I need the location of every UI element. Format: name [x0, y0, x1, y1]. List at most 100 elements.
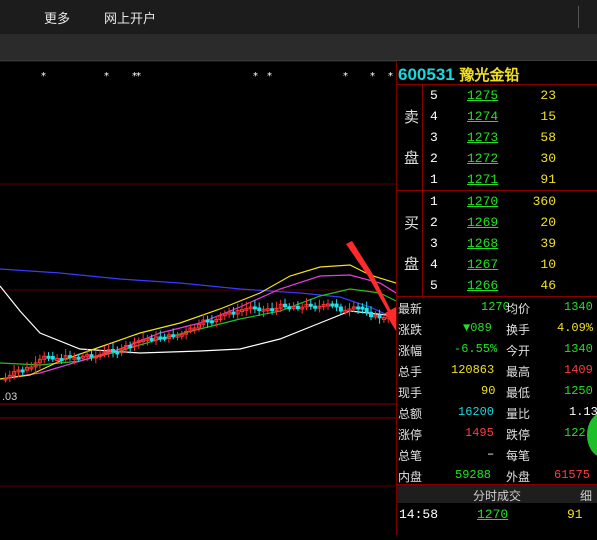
candle-body — [270, 308, 275, 312]
svg-text:*: * — [343, 71, 348, 82]
candle-body — [68, 355, 72, 359]
candle-body — [231, 311, 236, 315]
ticks-title: 分时成交 — [473, 489, 522, 503]
candle-body — [257, 307, 262, 312]
toolbar-strip — [0, 35, 597, 61]
menu-bar: 更多 网上开户 — [0, 0, 597, 35]
tick-row: 14:58 1270 91 — [399, 507, 583, 522]
svg-text:*: * — [41, 71, 46, 82]
svg-text:*: * — [370, 71, 375, 82]
sell-row-2[interactable]: 4 1274 15 — [397, 106, 597, 127]
level: 3 — [430, 130, 438, 145]
pct-change: -6.55% — [454, 342, 498, 356]
candle-body — [205, 319, 210, 323]
level: 4 — [430, 257, 438, 272]
svg-text:*: * — [267, 71, 272, 82]
price: 1271 — [467, 172, 499, 187]
candle-body — [209, 320, 214, 324]
menu-more[interactable]: 更多 — [44, 8, 70, 27]
menu-open-account[interactable]: 网上开户 — [104, 8, 156, 27]
volume: 46 — [540, 278, 556, 293]
ma-yellow-line — [0, 264, 397, 380]
price: 1268 — [467, 236, 499, 251]
price-change: ▼089 — [463, 321, 492, 335]
moving-average-lines — [0, 264, 397, 380]
arrow-head — [385, 307, 396, 331]
candle-body — [171, 334, 176, 338]
volume: 15 — [540, 109, 556, 124]
level: 2 — [430, 215, 438, 230]
level: 5 — [430, 278, 438, 293]
level: 1 — [430, 194, 438, 209]
candle-body — [252, 306, 257, 310]
ma-long-line — [0, 268, 397, 320]
volume: 23 — [540, 88, 556, 103]
candle-body — [334, 303, 339, 308]
level: 4 — [430, 109, 438, 124]
candle-body — [50, 356, 55, 360]
candle-body — [287, 306, 292, 310]
stock-code: 600531 — [398, 65, 455, 84]
price: 1267 — [467, 257, 499, 272]
sell-row-1[interactable]: 5 1275 23 — [397, 85, 597, 106]
price: 1274 — [467, 109, 499, 124]
volume: 91 — [540, 172, 556, 187]
candle-body — [308, 303, 313, 307]
buy-row-5[interactable]: 5 1266 46 — [397, 275, 597, 296]
volume: 20 — [540, 215, 556, 230]
candle-body — [115, 351, 120, 355]
price: 1275 — [467, 88, 499, 103]
kline-svg: * * * * * * * * * — [0, 60, 398, 487]
buy-row-2[interactable]: 2 1269 20 — [397, 212, 597, 233]
price: 1266 — [467, 278, 499, 293]
ma-white-line — [0, 285, 397, 354]
event-markers: * * * * * * * * * — [41, 71, 393, 82]
candle-body — [377, 314, 382, 319]
volume: 58 — [540, 130, 556, 145]
stock-name: 豫光金铅 — [459, 67, 520, 84]
quote-panel: 600531 豫光金铅 卖 盘 5 1275 23 4 1274 15 3 1273 58 2 12… — [396, 61, 597, 535]
buy-book: 买 盘 1 1270 360 2 1269 20 3 1268 39 4 1267 10 5 1266 46 — [397, 190, 597, 296]
candle-body — [283, 303, 287, 308]
ticks-detail-tab[interactable]: 细 — [580, 487, 592, 504]
candle-body — [364, 307, 369, 313]
price: 1273 — [467, 130, 499, 145]
candle-body — [59, 357, 64, 361]
price: 1272 — [467, 151, 499, 166]
candle-body — [158, 336, 163, 340]
volume: 360 — [532, 194, 556, 209]
svg-text:*: * — [136, 71, 141, 82]
level: 1 — [430, 172, 438, 187]
menu-divider — [578, 6, 579, 28]
kline-chart[interactable]: * * * * * * * * * .03 — [0, 60, 398, 535]
level: 5 — [430, 88, 438, 103]
svg-text:*: * — [104, 71, 109, 82]
volume: 30 — [540, 151, 556, 166]
ticks-header: 分时成交 细 — [397, 485, 597, 503]
buy-row-3[interactable]: 3 1268 39 — [397, 233, 597, 254]
level: 3 — [430, 236, 438, 251]
candle-body — [369, 311, 373, 318]
candle-body — [295, 305, 300, 310]
svg-text:*: * — [388, 71, 393, 82]
buy-row-4[interactable]: 4 1267 10 — [397, 254, 597, 275]
date-label: .03 — [2, 391, 18, 403]
candle-body — [162, 336, 167, 340]
buy-row-1[interactable]: 1 1270 360 — [397, 191, 597, 212]
level: 2 — [430, 151, 438, 166]
quote-stats: 最新 1270 均价 1340 涨跌 ▼089 换手 4.09% 涨幅 -6.55% 今开 134… — [398, 300, 597, 484]
volume: 10 — [540, 257, 556, 272]
price: 1270 — [467, 194, 499, 209]
sell-row-5[interactable]: 1 1271 91 — [397, 169, 597, 190]
candle-body — [149, 337, 154, 341]
sell-row-3[interactable]: 3 1273 58 — [397, 127, 597, 148]
candle-body — [111, 349, 115, 353]
stock-header: 600531 豫光金铅 — [398, 64, 519, 85]
candle-body — [46, 355, 51, 359]
candle-body — [128, 345, 133, 349]
candle-body — [76, 356, 81, 360]
sell-row-4[interactable]: 2 1272 30 — [397, 148, 597, 169]
candle-body — [20, 369, 25, 373]
candle-body — [338, 306, 343, 312]
candle-body — [313, 305, 318, 309]
